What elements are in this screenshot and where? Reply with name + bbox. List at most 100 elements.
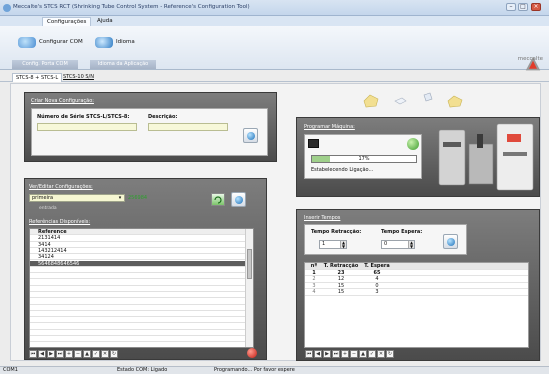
retraction-spinner[interactable]: 1 ▲ ▼ [319,240,347,249]
app-window: Meccalte's STCS RCT (Shrinking Tube Cont… [0,0,549,374]
maximize-button[interactable]: □ [518,3,528,11]
tab-ajuda[interactable]: Ajuda [93,17,117,26]
table-cell: 4 [312,289,316,296]
configure-com-label: Configurar COM [39,39,83,45]
nav-refresh-button[interactable]: ↻ [386,350,394,358]
window-title: Meccalte's STCS RCT (Shrinking Tube Cont… [13,4,250,10]
nav-last-button[interactable]: ⏭ [56,350,64,358]
new-config-inner: Número de Série STCS-L/STCS-8: Descrição… [31,108,268,156]
nav-refresh-button[interactable]: ↻ [110,350,118,358]
wait-spinner[interactable]: 0 ▲ ▼ [381,240,415,249]
spinner-arrows-icon[interactable]: ▲ ▼ [340,241,346,248]
program-title: Programar Máquina: [304,124,355,130]
wait-value: 0 [384,241,388,247]
config-sublabel: entrada [39,206,57,211]
nav-first-button[interactable]: ⏮ [305,350,313,358]
program-start-icon[interactable] [407,138,419,150]
insert-times-panel: Inserir Tempos Tempo Retracção: Tempo Es… [296,209,540,361]
nav-prev-button[interactable]: ◀ [38,350,46,358]
times-title: Inserir Tempos [304,215,341,221]
tab-stcs10[interactable]: STCS-10 S/N [60,73,97,82]
ribbon-tabs: Configurações Ajuda [0,16,549,26]
col-wait-header: T. Espera [364,263,390,269]
nav-cancel-button[interactable]: ✕ [377,350,385,358]
program-status: Estabelecendo Ligação... [311,167,374,173]
tab-configuracoes[interactable]: Configurações [42,17,92,26]
table-row[interactable]: 4 15 3 [305,289,528,296]
times-navigator: ⏮ ◀ ▶ ⏭ + − ▲ ✓ ✕ ↻ [305,350,394,360]
table-cell: 2 [312,276,316,283]
view-edit-panel: Ver/Editar Configurações: primeira ▾ 256… [24,178,267,360]
configure-com-button[interactable]: Configurar COM [18,35,83,49]
config-select-value: primeira [32,195,54,201]
table-cell: 3 [312,282,316,289]
nav-post-button[interactable]: ✓ [368,350,376,358]
new-config-panel: Criar Nova Configuração: Número de Série… [24,92,277,162]
close-button[interactable]: × [531,3,541,11]
language-icon [95,36,113,48]
title-bar: Meccalte's STCS RCT (Shrinking Tube Cont… [0,0,549,16]
program-progress-bar: 17% [311,155,417,163]
references-title: Referências Disponíveis: [29,219,91,225]
table-cell: 12 [337,276,345,283]
times-grid-header: nº T. Retracção T. Espera [305,263,528,270]
config-select[interactable]: primeira ▾ [29,194,125,202]
table-cell: 65 [373,269,381,276]
stop-icon[interactable] [247,348,257,358]
insert-time-button[interactable] [443,234,458,249]
references-navigator: ⏮ ◀ ▶ ⏭ + − ▲ ✓ ✕ ↻ [29,350,118,360]
program-machine-panel: Programar Máquina: 17% Estabelecendo Lig… [296,117,540,197]
status-programming: Programando... Por favor espere [214,367,295,373]
serial-input[interactable] [37,123,137,131]
program-inner: 17% Estabelecendo Ligação... [304,134,422,179]
language-button[interactable]: Idioma [95,35,135,49]
table-cell: 3 [375,289,379,296]
table-row[interactable]: 1 23 65 [305,270,528,277]
com-port-icon [18,36,36,48]
references-scrollbar[interactable] [245,229,253,347]
nav-add-button[interactable]: + [341,350,349,358]
scrollbar-thumb[interactable] [247,249,252,279]
table-row[interactable]: 3 15 0 [305,283,528,290]
table-row[interactable]: 2 12 4 [305,276,528,283]
table-cell: 4 [375,276,379,283]
table-cell: 15 [337,282,345,289]
nav-delete-button[interactable]: − [350,350,358,358]
nav-delete-button[interactable]: − [74,350,82,358]
chevron-down-icon: ▾ [118,195,122,201]
progress-text: 17% [358,156,370,162]
times-grid: nº T. Retracção T. Espera 1 23 65 2 12 4 3 15 0 4… [304,262,529,348]
refresh-config-button[interactable] [211,193,225,206]
retraction-value: 1 [322,241,326,247]
spinner-arrows-icon[interactable]: ▲ ▼ [408,241,414,248]
tab-stcs8-stcsl[interactable]: STCS-8 + STCS-L [12,73,63,82]
nav-post-button[interactable]: ✓ [92,350,100,358]
table-cell: 1 [312,269,316,276]
create-config-button[interactable] [243,128,258,143]
col-retraction-header: T. Retracção [323,263,359,269]
nav-next-button[interactable]: ▶ [47,350,55,358]
nav-edit-button[interactable]: ▲ [359,350,367,358]
nav-edit-button[interactable]: ▲ [83,350,91,358]
nav-first-button[interactable]: ⏮ [29,350,37,358]
main-content: Criar Nova Configuração: Número de Série… [10,83,541,361]
view-edit-title: Ver/Editar Configurações: [29,184,93,190]
decorative-folder-icons [363,92,463,108]
refresh-icon [214,196,222,204]
logo-text: meccalte [517,56,543,62]
status-bar: COM1 Estado COM: Ligado Programando... P… [0,366,549,374]
minimize-button[interactable]: – [506,3,516,11]
nav-prev-button[interactable]: ◀ [314,350,322,358]
times-inner: Tempo Retracção: Tempo Espera: 1 ▲ ▼ 0 ▲ ▼ [304,224,467,255]
empty-row [30,336,246,343]
camera-icon[interactable] [308,139,319,148]
table-cell: 15 [337,289,345,296]
description-input[interactable] [148,123,228,131]
load-config-button[interactable] [231,192,246,207]
nav-next-button[interactable]: ▶ [323,350,331,358]
nav-last-button[interactable]: ⏭ [332,350,340,358]
nav-add-button[interactable]: + [65,350,73,358]
progress-fill [312,156,330,162]
col-number-header: nº [310,263,318,269]
nav-cancel-button[interactable]: ✕ [101,350,109,358]
